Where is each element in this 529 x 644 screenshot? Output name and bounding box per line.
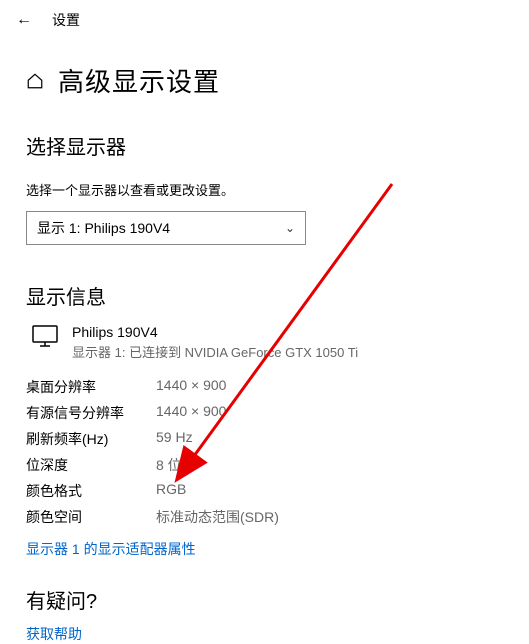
window-header: ← 设置: [0, 0, 529, 40]
page-title: 高级显示设置: [58, 62, 220, 99]
monitor-name: Philips 190V4: [72, 324, 358, 340]
select-display-heading: 选择显示器: [26, 131, 503, 160]
display-properties: 桌面分辨率 1440 × 900 有源信号分辨率 1440 × 900 刷新频率…: [26, 377, 503, 527]
display-dropdown[interactable]: 显示 1: Philips 190V4 ⌄: [26, 211, 306, 245]
get-help-link[interactable]: 获取帮助: [26, 626, 82, 642]
header-title: 设置: [52, 10, 80, 30]
home-icon[interactable]: [26, 72, 44, 90]
prop-desktop-res-value: 1440 × 900: [156, 377, 503, 397]
help-heading: 有疑问?: [26, 585, 503, 614]
back-arrow-icon[interactable]: ←: [16, 11, 32, 29]
monitor-summary: Philips 190V4 显示器 1: 已连接到 NVIDIA GeForce…: [26, 324, 503, 361]
select-display-instruction: 选择一个显示器以查看或更改设置。: [26, 180, 503, 199]
display-info-heading: 显示信息: [26, 281, 503, 310]
prop-color-space-value: 标准动态范围(SDR): [156, 507, 503, 527]
prop-color-format-value: RGB: [156, 481, 503, 501]
prop-color-format-label: 颜色格式: [26, 481, 156, 501]
display-dropdown-value: 显示 1: Philips 190V4: [37, 218, 170, 238]
prop-bit-depth-label: 位深度: [26, 455, 156, 475]
chevron-down-icon: ⌄: [285, 221, 295, 235]
prop-refresh-value: 59 Hz: [156, 429, 503, 449]
page-title-row: 高级显示设置: [26, 62, 503, 99]
monitor-icon: [32, 324, 58, 348]
prop-active-res-value: 1440 × 900: [156, 403, 503, 423]
adapter-properties-link[interactable]: 显示器 1 的显示适配器属性: [26, 539, 196, 559]
prop-refresh-label: 刷新频率(Hz): [26, 429, 156, 449]
monitor-connection: 显示器 1: 已连接到 NVIDIA GeForce GTX 1050 Ti: [72, 342, 358, 361]
prop-active-res-label: 有源信号分辨率: [26, 403, 156, 423]
prop-desktop-res-label: 桌面分辨率: [26, 377, 156, 397]
prop-color-space-label: 颜色空间: [26, 507, 156, 527]
prop-bit-depth-value: 8 位: [156, 455, 503, 475]
